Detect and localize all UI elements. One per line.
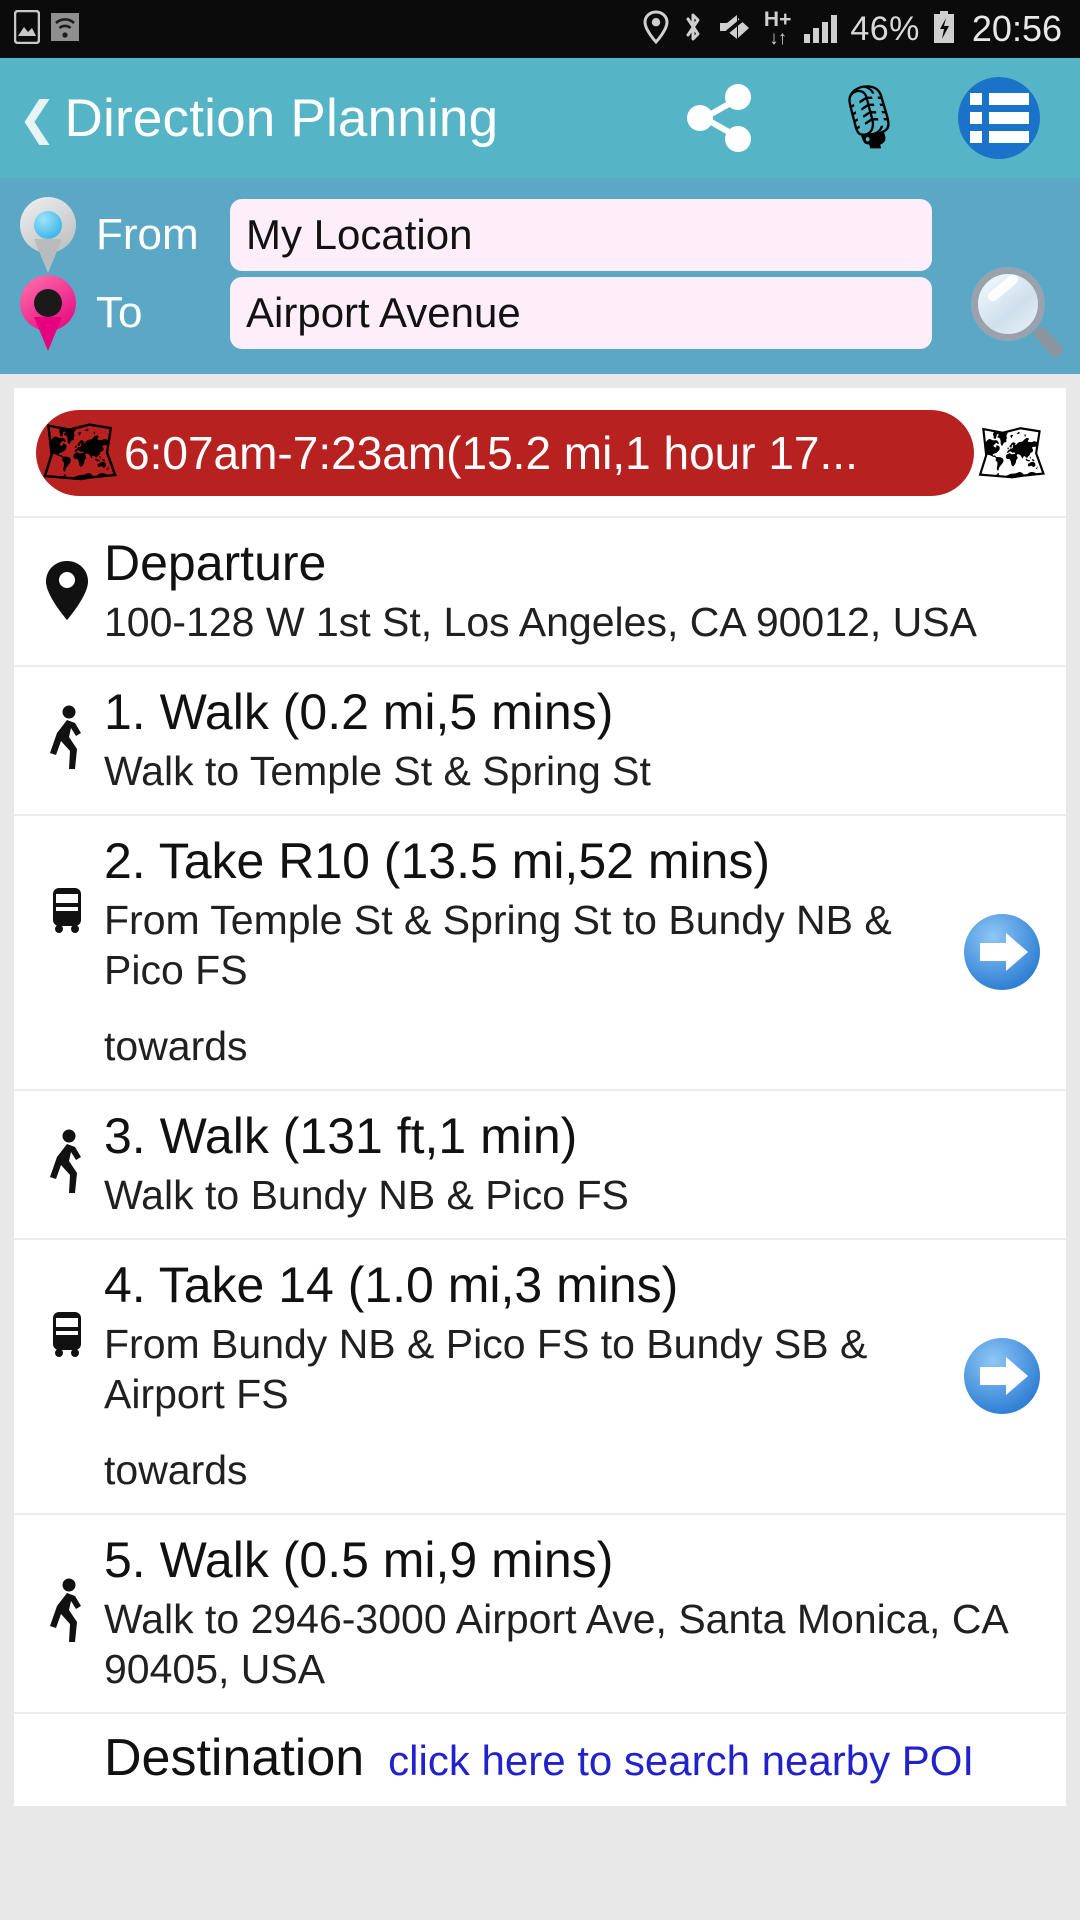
destination-body: Destination click here to search nearby …: [104, 1728, 1050, 1788]
step-detail: From Bundy NB & Pico FS to Bundy SB & Ai…: [104, 1321, 868, 1418]
back-button[interactable]: ❮: [14, 95, 65, 141]
to-row: To: [0, 267, 1080, 359]
departure-title: Departure: [104, 535, 327, 591]
step-towards: towards: [104, 1447, 248, 1494]
battery-icon: [933, 10, 955, 48]
list-icon: [958, 77, 1040, 159]
departure-row[interactable]: Departure 100-128 W 1st St, Los Angeles,…: [14, 518, 1066, 668]
step-row[interactable]: 5. Walk (0.5 mi,9 mins) Walk to 2946-300…: [14, 1515, 1066, 1715]
signal-icon: [804, 15, 838, 43]
app-bar: ❮ Direction Planning 🎙: [0, 58, 1080, 178]
step-detail: Walk to Temple St & Spring St: [104, 748, 651, 795]
step-detail: Walk to Bundy NB & Pico FS: [104, 1172, 629, 1219]
page-title: Direction Planning: [64, 88, 499, 148]
from-input[interactable]: [230, 199, 932, 271]
bus-icon: [30, 886, 104, 934]
step-title: 4. Take 14 (1.0 mi,3 mins): [104, 1257, 679, 1314]
list-icon-row: [969, 93, 1029, 105]
route-summary-label: 6:07am-7:23am(15.2 mi,1 hour 17...: [124, 427, 858, 479]
route-card: 🗺 6:07am-7:23am(15.2 mi,1 hour 17... 🗺 D…: [14, 388, 1066, 1807]
step-detail: Walk to 2946-3000 Airport Ave, Santa Mon…: [104, 1596, 1007, 1693]
list-icon-row: [969, 112, 1029, 124]
location-icon: [643, 9, 669, 49]
step-body: 5. Walk (0.5 mi,9 mins) Walk to 2946-300…: [104, 1531, 1050, 1694]
to-pin-icon: [0, 275, 96, 351]
bluetooth-icon: [682, 10, 704, 49]
step-detail-button[interactable]: [954, 1337, 1050, 1414]
hplus-data-icon: H+ ↓↑: [764, 9, 791, 49]
clock-label: 20:56: [971, 8, 1062, 49]
magnifier-icon: [967, 265, 1065, 361]
screenshot-icon: [13, 9, 41, 49]
destination-row[interactable]: Destination click here to search nearby …: [14, 1714, 1066, 1806]
departure-address: 100-128 W 1st St, Los Angeles, CA 90012,…: [104, 599, 977, 645]
status-bar-left-icons: [13, 9, 80, 49]
step-row[interactable]: 2. Take R10 (13.5 mi,52 mins) From Templ…: [14, 816, 1066, 1092]
walking-person-icon: [30, 705, 104, 775]
open-map-icon[interactable]: 🗺: [974, 425, 1050, 481]
route-overview-icon: 🗺: [40, 418, 120, 487]
search-button[interactable]: [950, 265, 1080, 361]
share-icon[interactable]: [644, 75, 794, 161]
walking-person-icon: [30, 1129, 104, 1199]
route-list-button[interactable]: [944, 77, 1054, 159]
wifi-icon: [50, 12, 80, 47]
data-arrows-icon: ↓↑: [769, 27, 787, 49]
walking-person-icon: [30, 1578, 104, 1648]
route-summary-pill[interactable]: 🗺 6:07am-7:23am(15.2 mi,1 hour 17...: [36, 410, 974, 496]
step-title: 1. Walk (0.2 mi,5 mins): [104, 684, 614, 741]
map-pin-icon: [30, 560, 104, 622]
step-towards: towards: [104, 1023, 248, 1070]
app-bar-actions: 🎙: [644, 75, 1054, 161]
status-bar: H+ ↓↑ 46% 20:56: [0, 0, 1080, 58]
step-body: 1. Walk (0.2 mi,5 mins) Walk to Temple S…: [104, 683, 1050, 796]
search-nearby-poi-link[interactable]: click here to search nearby POI: [388, 1737, 974, 1785]
step-body: 2. Take R10 (13.5 mi,52 mins) From Templ…: [104, 832, 954, 1071]
to-marker-icon: [20, 275, 76, 351]
step-title: 2. Take R10 (13.5 mi,52 mins): [104, 833, 771, 890]
mute-icon: [717, 11, 751, 47]
destination-title: Destination: [104, 1729, 365, 1788]
step-body: 4. Take 14 (1.0 mi,3 mins) From Bundy NB…: [104, 1256, 954, 1495]
step-title: 5. Walk (0.5 mi,9 mins): [104, 1532, 614, 1589]
from-marker-icon: [20, 197, 76, 273]
list-icon-rows: [969, 93, 1029, 143]
bus-icon: [30, 1310, 104, 1358]
step-title: 3. Walk (131 ft,1 min): [104, 1108, 578, 1165]
step-row[interactable]: 1. Walk (0.2 mi,5 mins) Walk to Temple S…: [14, 667, 1066, 817]
step-detail: From Temple St & Spring St to Bundy NB &…: [104, 897, 892, 994]
step-row[interactable]: 4. Take 14 (1.0 mi,3 mins) From Bundy NB…: [14, 1240, 1066, 1516]
microphone-icon[interactable]: 🎙: [794, 87, 944, 149]
step-body: 3. Walk (131 ft,1 min) Walk to Bundy NB …: [104, 1107, 1050, 1220]
status-bar-right-icons: H+ ↓↑ 46% 20:56: [643, 8, 1062, 50]
battery-percent-label: 46%: [850, 9, 920, 48]
list-icon-row: [969, 131, 1029, 143]
arrow-right-icon: [964, 1337, 1040, 1414]
route-search-panel: From To: [0, 178, 1080, 374]
departure-body: Departure 100-128 W 1st St, Los Angeles,…: [104, 534, 1050, 647]
from-label: From: [96, 210, 199, 259]
step-row[interactable]: 3. Walk (131 ft,1 min) Walk to Bundy NB …: [14, 1091, 1066, 1241]
from-pin-icon: [0, 197, 96, 273]
from-row: From: [0, 196, 1080, 274]
to-label: To: [96, 288, 143, 337]
content-area: 🗺 6:07am-7:23am(15.2 mi,1 hour 17... 🗺 D…: [0, 374, 1080, 1807]
step-detail-button[interactable]: [954, 913, 1050, 990]
route-summary-row[interactable]: 🗺 6:07am-7:23am(15.2 mi,1 hour 17... 🗺: [14, 388, 1066, 518]
arrow-right-icon: [964, 913, 1040, 990]
to-input[interactable]: [230, 277, 932, 349]
